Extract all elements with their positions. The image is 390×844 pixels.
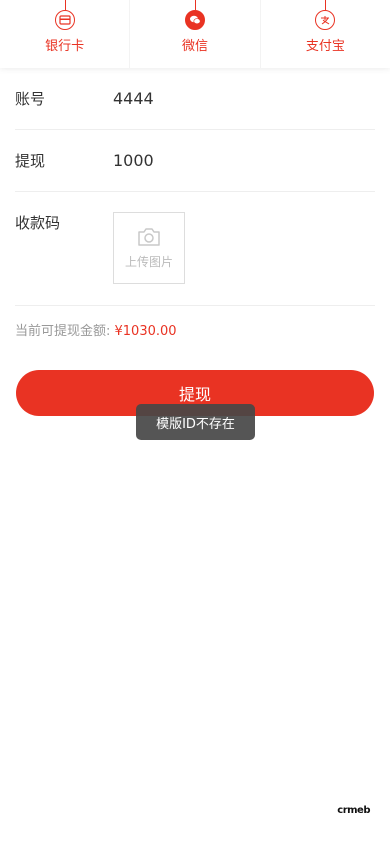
qrcode-label: 收款码 <box>15 214 61 232</box>
upload-image-label: 上传图片 <box>124 254 173 269</box>
qrcode-row: 收款码 上传图片 <box>15 192 375 306</box>
error-toast: 模版ID不存在 <box>136 404 255 440</box>
withdraw-form: 账号 4444 提现 1000 收款码 上传图片 <box>15 68 375 306</box>
tab-connector <box>64 0 66 10</box>
balance-label: 当前可提现金额: <box>15 324 115 339</box>
available-balance: 当前可提现金额: ¥1030.00 <box>15 320 177 339</box>
bank-card-icon <box>54 10 75 30</box>
camera-icon <box>138 227 160 246</box>
wechat-icon <box>184 10 205 30</box>
withdraw-method-tabs: 银行卡 微信 支付宝 <box>0 0 390 68</box>
tab-label: 银行卡 <box>45 39 85 54</box>
upload-image-button[interactable]: 上传图片 <box>113 212 185 284</box>
brand-logo: crmeb <box>337 805 370 816</box>
tab-wechat[interactable]: 微信 <box>130 0 261 68</box>
amount-label: 提现 <box>15 152 46 170</box>
account-input[interactable]: 4444 <box>113 89 154 108</box>
account-row: 账号 4444 <box>15 68 375 130</box>
tab-label: 微信 <box>181 39 208 54</box>
tab-alipay[interactable]: 支付宝 <box>261 0 390 68</box>
account-label: 账号 <box>15 90 46 108</box>
tab-connector <box>325 0 327 10</box>
amount-row: 提现 1000 <box>15 130 375 192</box>
tab-connector <box>194 0 196 10</box>
alipay-icon <box>315 10 336 30</box>
tab-label: 支付宝 <box>305 39 345 54</box>
balance-amount: ¥1030.00 <box>114 324 177 339</box>
tab-bank-card[interactable]: 银行卡 <box>0 0 131 68</box>
amount-input[interactable]: 1000 <box>113 151 154 170</box>
